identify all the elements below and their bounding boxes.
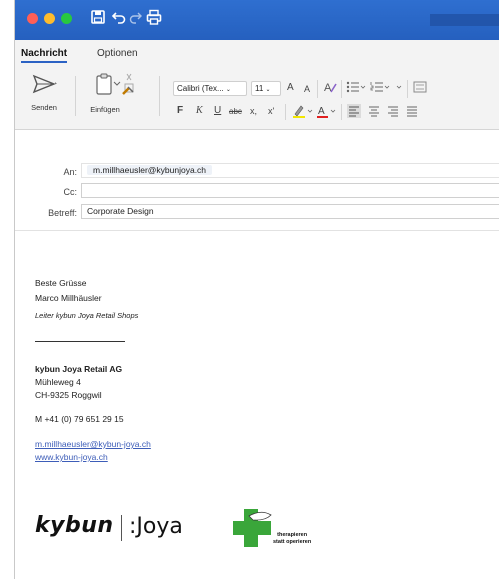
to-label: An: [63, 167, 77, 177]
cc-label: Cc: [63, 187, 78, 197]
send-icon [32, 74, 57, 94]
font-size-select[interactable]: 11 ⌄ [251, 81, 281, 96]
print-icon[interactable] [146, 9, 162, 27]
zoom-window-button[interactable] [61, 13, 72, 24]
send-button[interactable]: Senden [23, 72, 65, 112]
tab-optionen[interactable]: Optionen [97, 48, 138, 59]
svg-text:A: A [324, 82, 332, 94]
more-options-icon[interactable] [394, 81, 404, 97]
align-left-icon[interactable] [347, 104, 361, 122]
font-color-button[interactable]: A [317, 104, 341, 122]
cc-field[interactable] [81, 183, 499, 198]
subject-label: Betreff: [48, 208, 77, 218]
ribbon-divider [285, 104, 286, 120]
kybun-logo: kybun [35, 513, 114, 538]
clear-formatting-icon[interactable]: A [323, 80, 337, 98]
font-size-value: 11 [255, 84, 264, 93]
send-label: Senden [31, 103, 57, 112]
city-address: CH-9325 Roggwil [35, 390, 102, 400]
font-name-value: Calibri (Tex... [177, 84, 224, 93]
bullet-list-icon[interactable] [346, 81, 366, 97]
email-link[interactable]: m.millhaeusler@kybun-joya.ch [35, 439, 151, 449]
to-field[interactable]: m.millhaeusler@kybunjoya.ch [81, 163, 499, 178]
sender-name: Marco Millhäusler [35, 293, 102, 303]
tagline-line-1: therapieren [277, 532, 308, 538]
tab-nachricht[interactable]: Nachricht [21, 48, 68, 63]
ribbon-divider [341, 80, 342, 98]
logo-divider [121, 515, 122, 541]
title-bar [15, 0, 499, 40]
street-address: Mühleweg 4 [35, 377, 81, 387]
superscript-button[interactable]: x' [268, 105, 274, 117]
align-right-icon[interactable] [386, 104, 400, 122]
undo-icon[interactable] [111, 9, 127, 27]
underline-button[interactable]: U [214, 105, 221, 117]
svg-text:A: A [318, 106, 325, 117]
align-center-icon[interactable] [367, 104, 381, 122]
close-window-button[interactable] [27, 13, 38, 24]
signature-divider [35, 341, 125, 342]
message-header: An: m.millhaeusler@kybunjoya.ch Cc: Betr… [15, 150, 499, 230]
font-name-select[interactable]: Calibri (Tex... ⌄ [173, 81, 247, 96]
website-link[interactable]: www.kybun-joya.ch [35, 452, 108, 462]
justify-icon[interactable] [405, 104, 419, 122]
subscript-button[interactable]: x, [250, 105, 257, 117]
recipient-token[interactable]: m.millhaeusler@kybunjoya.ch [87, 165, 213, 175]
greeting-text: Beste Grüsse [35, 278, 87, 288]
tagline-line-2: statt operieren [273, 539, 312, 545]
ribbon-toolbar: Senden Einfügen Calibri (Tex... ⌄ 11 ⌄ A… [15, 66, 499, 130]
shrink-font-button[interactable]: A [304, 83, 310, 95]
joya-logo: :Joya [129, 514, 183, 539]
sender-role: Leiter kybun Joya Retail Shops [35, 311, 139, 320]
minimize-window-button[interactable] [44, 13, 55, 24]
phone-number: M +41 (0) 79 651 29 15 [35, 414, 124, 424]
window-title-area [430, 14, 499, 26]
numbered-list-icon[interactable] [370, 81, 390, 97]
highlight-button[interactable] [292, 104, 316, 122]
save-icon[interactable] [90, 9, 106, 27]
paste-icon [96, 73, 134, 95]
bold-button[interactable]: F [177, 105, 183, 117]
paste-label: Einfügen [90, 105, 120, 114]
ribbon-divider [407, 80, 408, 98]
ribbon-divider [317, 80, 318, 98]
subject-field[interactable]: Corporate Design [81, 204, 499, 219]
ribbon-divider [341, 104, 342, 120]
multilevel-list-icon[interactable] [413, 81, 427, 97]
message-body[interactable]: Beste Grüsse Marco Millhäusler Leiter ky… [15, 230, 499, 579]
paste-button[interactable]: Einfügen [83, 72, 141, 114]
ribbon-divider [159, 76, 160, 116]
logo-tagline: therapieren statt operieren [273, 532, 311, 546]
grow-font-button[interactable]: A [287, 82, 294, 94]
medical-cross-logo [233, 509, 272, 547]
strikethrough-button[interactable]: abc [229, 106, 242, 118]
ribbon-tabs: Nachricht Optionen [15, 40, 499, 66]
redo-icon[interactable] [129, 9, 143, 27]
mail-compose-window: Nachricht Optionen Senden Einfügen Calib… [14, 0, 499, 579]
italic-button[interactable]: K [196, 105, 203, 117]
company-name: kybun Joya Retail AG [35, 364, 123, 374]
